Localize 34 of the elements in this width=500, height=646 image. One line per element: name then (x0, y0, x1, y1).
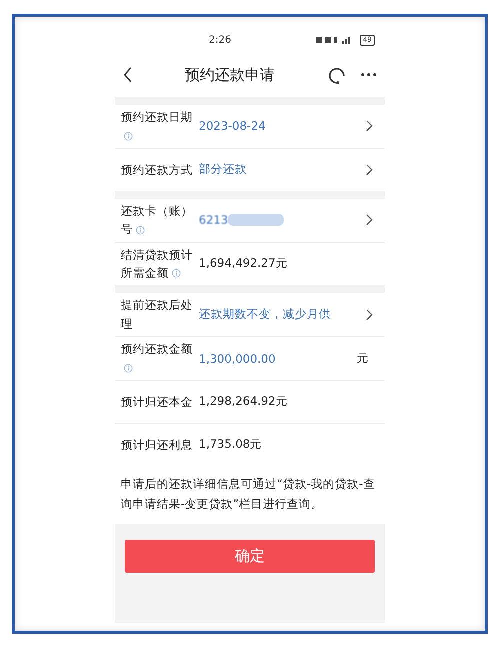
info-icon[interactable] (136, 226, 145, 235)
field-value: 还款期数不变，减少月供 (198, 307, 332, 322)
chevron-icon (366, 308, 373, 321)
select-row[interactable]: 预约还款日期 2023-08-24 (115, 105, 385, 149)
chevron-icon (366, 164, 373, 176)
confirm-button[interactable]: 确定 (125, 540, 375, 574)
field-value: 1,735.08元 (198, 437, 264, 452)
back-icon[interactable] (123, 67, 133, 83)
blur-mask (228, 214, 284, 226)
field-label: 预计归还利息 (121, 436, 194, 454)
unit-label: 元 (357, 351, 369, 366)
field-value: 部分还款 (198, 162, 248, 178)
field-value: 2023-08-24 (198, 119, 267, 134)
chevron-icon (366, 120, 373, 132)
field-label: 预约还款日期 (121, 105, 195, 148)
field-label: 预计归还本金 (121, 394, 194, 411)
chevron-icon (366, 214, 373, 226)
field-label: 预约还款金额 (121, 337, 195, 380)
field-value: 1,694,492.27元 (198, 256, 289, 272)
amount-field[interactable]: 1,300,000.00 (195, 352, 357, 366)
info-icon[interactable] (172, 269, 181, 278)
card-number: 6213 (199, 213, 228, 228)
more-icon[interactable] (361, 73, 377, 77)
field-label: 结清贷款预计所需金额 (121, 246, 194, 282)
page-title: 预约还款申请 (184, 66, 276, 84)
note-text: 申请后的还款详细信息可通过“贷款-我的贷款-查询申请结果-变更贷款”栏目进行查询。 (115, 466, 385, 524)
info-icon[interactable] (124, 132, 133, 141)
field-value: 1,298,264.92元 (198, 394, 289, 410)
field-label: 提前还款后处理 (121, 297, 194, 333)
field-label: 预约还款方式 (121, 162, 194, 179)
field-label: 还款卡（账）号 (121, 202, 194, 238)
select-row[interactable]: 预约还款方式 部分还款 (115, 148, 385, 191)
status-time: 2:26 (209, 34, 232, 46)
info-icon[interactable] (124, 364, 133, 373)
